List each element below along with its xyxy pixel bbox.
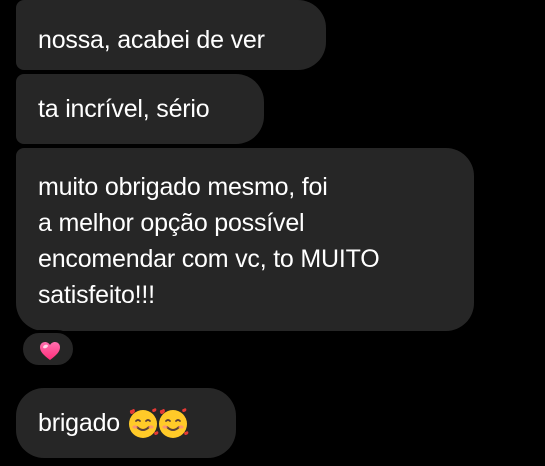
message-text-line: encomendar com vc, to MUITO bbox=[38, 245, 380, 273]
message-bubble[interactable]: nossa, acabei de ver bbox=[16, 0, 326, 70]
message-text-line: a melhor opção possível bbox=[38, 209, 305, 237]
message-text-line: satisfeito!!! bbox=[38, 281, 155, 309]
message-bubble[interactable]: brigado bbox=[16, 388, 236, 458]
message-text-line: muito obrigado mesmo, foi bbox=[38, 173, 328, 201]
message-text: nossa, acabei de ver bbox=[38, 26, 265, 54]
message-bubble[interactable]: muito obrigado mesmo, foi a melhor opção… bbox=[16, 148, 474, 331]
message-bubble[interactable]: ta incrível, sério bbox=[16, 74, 264, 144]
chat-thread: nossa, acabei de ver ta incrível, sério … bbox=[0, 0, 545, 466]
message-text: ta incrível, sério bbox=[38, 95, 210, 123]
pink-heart-icon bbox=[40, 342, 60, 360]
smiling-face-with-hearts-icon bbox=[159, 408, 189, 438]
message-reaction[interactable] bbox=[20, 330, 76, 368]
smiling-face-with-hearts-icon bbox=[129, 408, 159, 438]
message-text: brigado bbox=[38, 409, 120, 437]
